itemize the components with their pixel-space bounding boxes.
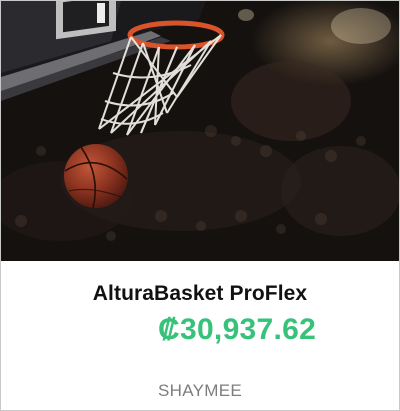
basketball-hoop-photo [1, 1, 399, 261]
product-image[interactable] [1, 1, 399, 261]
product-card[interactable]: AlturaBasket ProFlex ₡30,937.62 SHAYMEE [0, 0, 400, 411]
product-brand: SHAYMEE [158, 381, 242, 400]
product-price: ₡30,937.62 [158, 313, 317, 346]
basketball-icon [64, 144, 128, 208]
product-title[interactable]: AlturaBasket ProFlex [1, 282, 399, 306]
